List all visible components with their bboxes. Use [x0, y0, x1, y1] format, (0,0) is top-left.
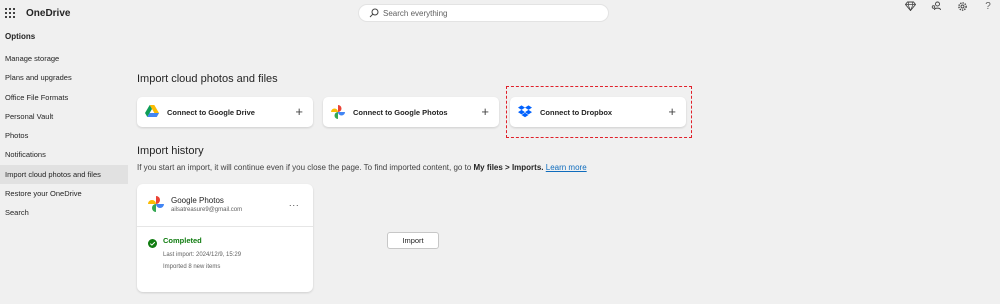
sidebar-heading: Options — [5, 32, 36, 41]
history-service-name: Google Photos — [171, 196, 224, 205]
history-desc-bold: My files > Imports. — [473, 163, 544, 172]
sidebar-item-search[interactable]: Search — [0, 203, 128, 222]
connect-google-photos-card[interactable]: Connect to Google Photos + — [323, 97, 499, 127]
sidebar-item-notifications[interactable]: Notifications — [0, 145, 128, 164]
sidebar: Options Manage storage Plans and upgrade… — [0, 30, 128, 223]
app-title[interactable]: OneDrive — [26, 8, 70, 19]
dropbox-icon — [518, 105, 532, 119]
connect-dropbox-card[interactable]: Connect to Dropbox + — [510, 97, 686, 127]
diamond-icon[interactable] — [904, 0, 916, 12]
sidebar-item-manage-storage[interactable]: Manage storage — [0, 49, 128, 68]
completed-check-icon — [148, 235, 157, 248]
history-desc-text: If you start an import, it will continue… — [137, 163, 474, 172]
gear-icon[interactable] — [956, 0, 968, 12]
help-icon[interactable]: ? — [982, 0, 994, 12]
sidebar-item-restore[interactable]: Restore your OneDrive — [0, 184, 128, 203]
add-dropbox-icon[interactable]: + — [668, 105, 676, 118]
last-import-text: Last import: 2024/12/9, 15:29 — [163, 252, 242, 258]
search-box[interactable] — [358, 4, 609, 22]
import-history-card: Google Photos ailsatreasure9@gmail.com .… — [137, 184, 439, 292]
sidebar-item-plans-and-upgrades[interactable]: Plans and upgrades — [0, 68, 128, 87]
sidebar-item-personal-vault[interactable]: Personal Vault — [0, 107, 128, 126]
app-launcher-icon[interactable] — [5, 8, 15, 18]
add-google-photos-icon[interactable]: + — [481, 105, 489, 118]
connect-google-drive-label: Connect to Google Drive — [167, 107, 255, 117]
card-divider — [137, 226, 313, 227]
import-status: Completed — [163, 236, 202, 245]
google-photos-icon — [331, 105, 345, 119]
import-section-title: Import cloud photos and files — [137, 73, 278, 85]
import-history-title: Import history — [137, 145, 204, 157]
people-icon[interactable] — [930, 0, 942, 12]
connect-dropbox-label: Connect to Dropbox — [540, 107, 613, 117]
sidebar-item-photos[interactable]: Photos — [0, 126, 128, 145]
history-account-email: ailsatreasure9@gmail.com — [171, 207, 243, 213]
import-button[interactable]: Import — [387, 232, 439, 249]
learn-more-link[interactable]: Learn more — [546, 163, 587, 172]
connect-google-photos-label: Connect to Google Photos — [353, 107, 448, 117]
more-options-icon[interactable]: ... — [289, 198, 300, 208]
google-drive-icon — [145, 105, 159, 119]
search-input[interactable] — [383, 8, 583, 18]
import-history-description: If you start an import, it will continue… — [137, 163, 587, 172]
add-google-drive-icon[interactable]: + — [295, 105, 303, 118]
connect-google-drive-card[interactable]: Connect to Google Drive + — [137, 97, 313, 127]
google-photos-icon — [148, 196, 164, 212]
search-icon — [369, 8, 379, 18]
imported-count-text: Imported 8 new items — [163, 264, 221, 270]
top-bar: OneDrive ? — [0, 0, 1000, 28]
sidebar-item-import-cloud[interactable]: Import cloud photos and files — [0, 164, 128, 185]
sidebar-item-office-file-formats[interactable]: Office File Formats — [0, 88, 128, 107]
